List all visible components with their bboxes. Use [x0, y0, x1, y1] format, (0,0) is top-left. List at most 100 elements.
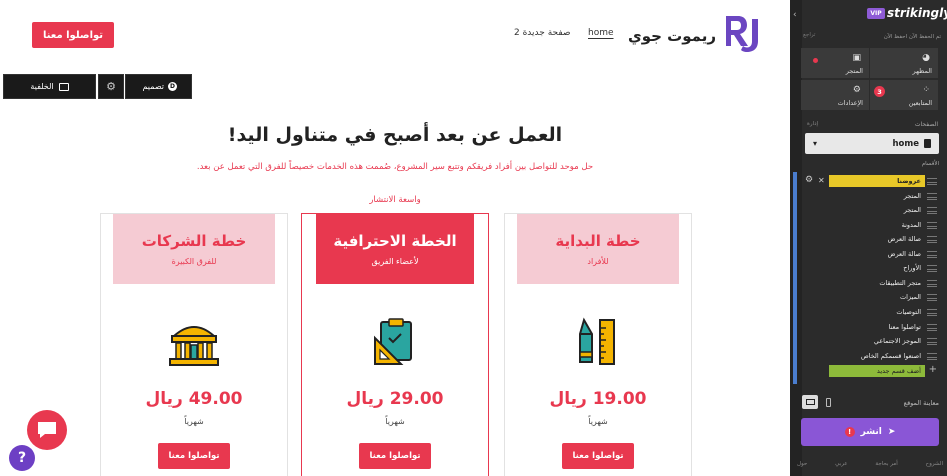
section-row[interactable]: الأوراح — [797, 261, 943, 275]
tile-label: المتجر — [845, 67, 863, 75]
clipboard-ruler-icon — [374, 318, 412, 365]
appearance-tile[interactable]: ◕ المظهر — [870, 48, 938, 78]
section-label: صالة العرض — [887, 250, 921, 258]
section-row[interactable]: تواصلوا معنا — [797, 320, 943, 334]
drag-handle-icon[interactable] — [927, 338, 937, 345]
monitor-shape — [805, 399, 815, 405]
footer-link[interactable]: الشروح — [926, 461, 943, 467]
drag-handle-icon[interactable] — [927, 193, 937, 200]
tile-label: المتابعين — [908, 99, 932, 107]
section-label: الميزات — [899, 293, 921, 301]
phone-shape — [825, 397, 831, 407]
site-preview: تواصلوا معنا صفحة جديدة 2 home ريموت جوي… — [0, 0, 790, 476]
chat-icon — [38, 422, 56, 438]
section-row[interactable]: صالة العرض — [797, 247, 943, 261]
header-contact-button[interactable]: تواصلوا معنا — [32, 22, 114, 48]
gear-icon: ⚙ — [106, 80, 116, 93]
pricing-card-enterprise[interactable]: خطة الشركات للفرق الكبيرة 49.00 ريال شهر… — [100, 213, 288, 476]
sections-label: الأقسام — [921, 161, 939, 167]
card-title: خطة الشركات — [141, 232, 247, 250]
background-button[interactable]: الخلفية — [3, 74, 96, 99]
card-contact-button[interactable]: تواصلوا معنا — [158, 443, 230, 469]
gear-icon[interactable]: ⚙ — [805, 175, 813, 185]
card-period: شهرياً — [588, 417, 608, 426]
shopping-bag-icon: ▣ — [852, 53, 861, 63]
drag-handle-icon[interactable] — [927, 222, 937, 229]
section-row[interactable]: صالة العرض — [797, 232, 943, 246]
section-row[interactable]: الميزات — [797, 290, 943, 304]
nav-link-home[interactable]: home — [588, 28, 614, 38]
popular-label[interactable]: واسعة الانتشار — [300, 195, 490, 205]
section-label: الأوراح — [903, 264, 921, 272]
save-status[interactable]: تم الحفظ الآن احفظ الآن — [884, 34, 941, 40]
section-row[interactable]: التوصيات — [797, 305, 943, 319]
publish-button[interactable]: ! انشر ➤ — [801, 418, 939, 446]
drag-handle-icon[interactable] — [927, 251, 937, 258]
section-subtext[interactable]: حل موحد للتواصل بين أفراد فريقكم وتتبع س… — [100, 160, 690, 174]
card-contact-button[interactable]: تواصلوا معنا — [562, 443, 634, 469]
drag-handle-icon[interactable] — [927, 324, 937, 331]
followers-count-badge: 3 — [874, 86, 885, 97]
mobile-preview-icon[interactable] — [822, 395, 834, 409]
card-title: الخطة الاحترافية — [333, 232, 457, 250]
footer-link[interactable]: حول — [797, 461, 807, 467]
section-settings-button[interactable]: ⚙ — [98, 74, 124, 99]
footer-link[interactable]: عربي — [835, 461, 847, 467]
image-icon — [58, 82, 69, 91]
site-preview-label[interactable]: معاينة الموقع — [904, 399, 939, 407]
section-row-active[interactable]: ⚙ ✕ عروضنا — [797, 174, 943, 188]
section-label: المدونة — [901, 221, 921, 229]
section-label: المتجر — [903, 206, 921, 214]
footer-link[interactable]: أمر بحاجة — [875, 461, 897, 467]
manage-pages-link[interactable]: إدارة — [807, 121, 818, 127]
card-period: شهرياً — [385, 417, 405, 426]
drag-handle-icon[interactable] — [927, 280, 937, 287]
drag-handle-icon[interactable] — [927, 207, 937, 214]
page-select[interactable]: ▾ home — [805, 133, 939, 154]
gear-icon: ⚙ — [852, 85, 861, 95]
drag-handle-icon[interactable] — [927, 309, 937, 316]
chevron-down-icon: ▾ — [813, 139, 818, 148]
nav-link-new-page[interactable]: صفحة جديدة 2 — [514, 28, 571, 38]
pricing-card-pro[interactable]: الخطة الاحترافية لأعضاء الفريق 29.00 ريا… — [301, 213, 489, 476]
plus-icon: + — [928, 364, 937, 375]
store-tile[interactable]: ▣ المتجر — [801, 48, 869, 78]
pricing-card-starter[interactable]: خطة البداية للأفراد 19.00 ريال شهرياً تو… — [504, 213, 692, 476]
add-section-label: أضف قسم جديد — [876, 367, 921, 375]
design-button[interactable]: تصميم D — [125, 74, 192, 99]
chat-bubble-button[interactable] — [27, 410, 67, 450]
card-contact-button[interactable]: تواصلوا معنا — [359, 443, 431, 469]
section-row[interactable]: الموجز الاجتماعي — [797, 334, 943, 348]
drag-handle-icon[interactable] — [927, 294, 937, 301]
design-label: تصميم — [142, 82, 164, 91]
site-brand-name[interactable]: ريموت جوي — [620, 27, 716, 45]
help-button[interactable]: ? — [9, 445, 35, 471]
drag-handle-icon[interactable] — [927, 178, 937, 185]
section-row[interactable]: المدونة — [797, 218, 943, 232]
add-section-button[interactable]: أضف قسم جديد + — [797, 364, 943, 378]
site-logo-icon[interactable] — [722, 13, 762, 55]
vip-badge: VIP — [867, 8, 885, 19]
page-icon — [924, 139, 931, 148]
close-icon[interactable]: ✕ — [818, 176, 825, 185]
undo-button[interactable]: تراجع — [803, 32, 815, 38]
section-headline[interactable]: العمل عن بعد أصبح في متناول اليد! — [0, 124, 790, 146]
section-row[interactable]: اصنعوا قسمكم الخاص — [797, 349, 943, 363]
palette-icon: ◕ — [922, 53, 930, 63]
drag-handle-icon[interactable] — [927, 236, 937, 243]
desktop-preview-icon[interactable] — [802, 395, 818, 409]
section-row[interactable]: متجر التطبيقات — [797, 276, 943, 290]
chevron-left-icon: ‹ — [793, 10, 797, 20]
followers-tile[interactable]: ⁘ 3 المتابعين — [870, 80, 938, 110]
publish-label: انشر — [860, 427, 882, 437]
drag-handle-icon[interactable] — [927, 353, 937, 360]
section-label: تواصلوا معنا — [888, 323, 921, 331]
section-row[interactable]: المتجر — [797, 189, 943, 203]
section-label: اصنعوا قسمكم الخاص — [860, 352, 921, 360]
notification-dot — [813, 58, 818, 63]
settings-tile[interactable]: ⚙ الإعدادات — [801, 80, 869, 110]
section-row[interactable]: المتجر — [797, 203, 943, 217]
drag-handle-icon[interactable] — [927, 265, 937, 272]
section-label: المتجر — [903, 192, 921, 200]
card-period: شهرياً — [184, 417, 204, 426]
